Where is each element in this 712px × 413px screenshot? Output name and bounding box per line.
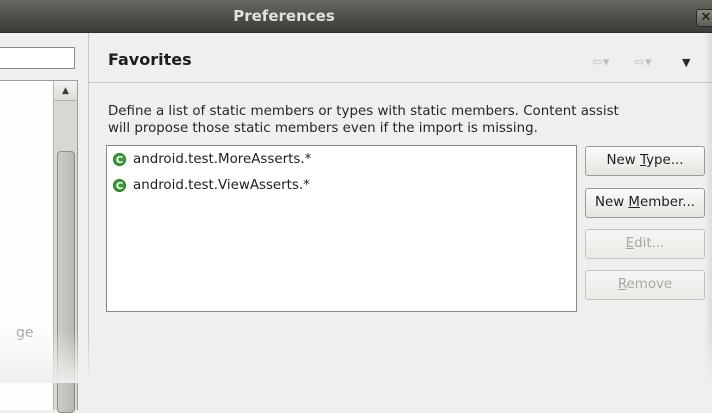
window-title: Preferences: [233, 7, 335, 25]
favorites-list[interactable]: C android.test.MoreAsserts.* C android.t…: [106, 145, 577, 312]
list-item[interactable]: C android.test.ViewAsserts.*: [113, 175, 310, 195]
description-line-2: will propose those static members even i…: [108, 121, 538, 136]
list-item[interactable]: C android.test.MoreAsserts.*: [113, 149, 311, 169]
class-icon: C: [113, 178, 126, 192]
remove-button[interactable]: Remove: [585, 270, 705, 300]
page-title: Favorites: [108, 50, 192, 69]
edit-button[interactable]: Edit...: [585, 229, 705, 259]
header-separator: [89, 82, 712, 83]
filter-input[interactable]: [0, 47, 75, 69]
window-titlebar[interactable]: Preferences ✕: [0, 0, 712, 33]
new-member-button[interactable]: New Member...: [585, 188, 705, 218]
class-icon: C: [113, 152, 126, 166]
bottom-fade: [0, 330, 712, 383]
page-navigation: ⇦▾ ⇨▾ ▼: [592, 56, 712, 70]
view-menu-icon[interactable]: ▼: [682, 56, 690, 70]
close-icon[interactable]: ✕: [696, 9, 712, 27]
description-line-1: Define a list of static members or types…: [108, 104, 619, 119]
new-type-button[interactable]: New Type...: [585, 146, 705, 176]
scroll-up-icon[interactable]: ▲: [54, 81, 77, 101]
back-arrow-icon[interactable]: ⇦▾: [592, 56, 609, 70]
page-description: Define a list of static members or types…: [108, 103, 708, 137]
forward-arrow-icon[interactable]: ⇨▾: [634, 56, 651, 70]
favorite-label: android.test.MoreAsserts.*: [133, 151, 312, 167]
favorite-label: android.test.ViewAsserts.*: [133, 177, 310, 193]
